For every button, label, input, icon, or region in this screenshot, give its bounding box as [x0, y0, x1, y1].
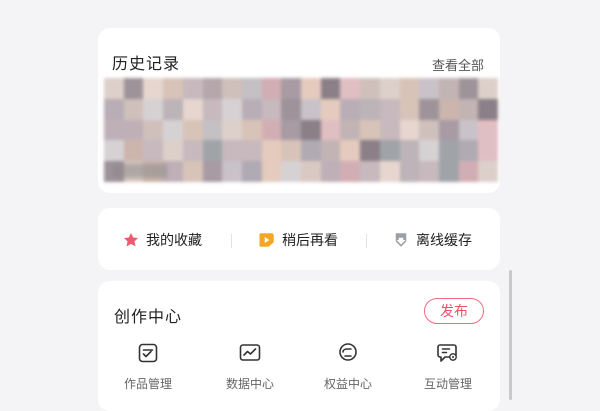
chart-icon	[239, 344, 261, 361]
publish-button[interactable]: 发布	[424, 298, 484, 324]
play-later-icon	[259, 233, 274, 247]
watch-later-button[interactable]: 稍后再看	[258, 230, 338, 250]
creator-center-card: 创作中心 发布 作品管理 数据中心 权益中心 互动管理	[98, 281, 500, 411]
divider	[366, 234, 367, 248]
view-all-link[interactable]: 查看全部	[432, 55, 484, 74]
history-caption-blurred: ▒▒▒▒▒▒	[112, 164, 168, 178]
favorites-button[interactable]: 我的收藏	[122, 230, 202, 250]
benefits-center-button[interactable]: 权益中心	[308, 341, 388, 392]
works-icon	[138, 343, 158, 363]
history-card: 历史记录 查看全部 ▒▒▒▒▒▒	[98, 28, 500, 193]
watch-later-label: 稍后再看	[282, 233, 338, 249]
interaction-icon	[437, 344, 457, 362]
download-icon	[395, 233, 407, 247]
quick-actions-card: 我的收藏 稍后再看 离线缓存	[98, 208, 500, 270]
data-center-button[interactable]: 数据中心	[210, 341, 290, 392]
data-center-label: 数据中心	[225, 377, 274, 391]
offline-cache-button[interactable]: 离线缓存	[392, 230, 472, 250]
interaction-management-button[interactable]: 互动管理	[408, 341, 488, 392]
benefit-icon	[339, 343, 357, 361]
offline-cache-label: 离线缓存	[416, 233, 472, 249]
divider	[231, 234, 232, 248]
scrollbar[interactable]	[509, 270, 512, 400]
benefits-center-label: 权益中心	[323, 377, 372, 391]
interaction-management-label: 互动管理	[423, 377, 472, 391]
history-title: 历史记录	[112, 54, 181, 73]
works-management-label: 作品管理	[123, 377, 172, 391]
works-management-button[interactable]: 作品管理	[108, 341, 188, 392]
creator-center-title: 创作中心	[114, 307, 183, 326]
star-icon	[123, 232, 139, 247]
favorites-label: 我的收藏	[146, 233, 202, 249]
